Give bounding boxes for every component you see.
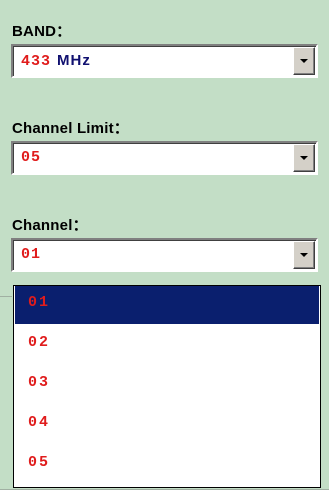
channel-option-label: 01 (28, 294, 51, 311)
channel-value: 01 (21, 246, 41, 263)
channel-option-05[interactable]: 05 (15, 446, 319, 484)
chevron-down-icon (300, 253, 308, 257)
band-value: 433 MHz (21, 52, 91, 70)
channel-option-01[interactable]: 01 (15, 286, 319, 324)
channel-label: Channel： (12, 217, 88, 234)
channel-limit-label: Channel Limit： (12, 120, 129, 137)
channel-dropdown-button[interactable] (293, 241, 315, 269)
channel-select[interactable]: 01 (11, 238, 318, 272)
channel-option-label: 03 (28, 374, 51, 391)
chevron-down-icon (300, 156, 308, 160)
channel-option-label: 02 (28, 334, 51, 351)
channel-limit-select[interactable]: 05 (11, 141, 318, 175)
channel-option-label: 05 (28, 454, 51, 471)
channel-option-02[interactable]: 02 (15, 326, 319, 364)
band-label: BAND： (12, 23, 72, 40)
band-dropdown-button[interactable] (293, 47, 315, 75)
channel-dropdown-list[interactable]: 01 02 03 04 05 (13, 285, 321, 488)
channel-option-04[interactable]: 04 (15, 406, 319, 444)
channel-limit-value-text: 05 (21, 149, 42, 166)
panel-divider (0, 296, 12, 297)
band-select[interactable]: 433 MHz (11, 44, 318, 78)
channel-limit-value: 05 (21, 149, 41, 166)
channel-option-03[interactable]: 03 (15, 366, 319, 404)
channel-option-label: 04 (28, 414, 51, 431)
chevron-down-icon (300, 59, 308, 63)
band-value-number: 433 (21, 53, 52, 70)
band-value-unit: MHz (57, 52, 91, 69)
channel-limit-dropdown-button[interactable] (293, 144, 315, 172)
channel-value-text: 01 (21, 246, 42, 263)
